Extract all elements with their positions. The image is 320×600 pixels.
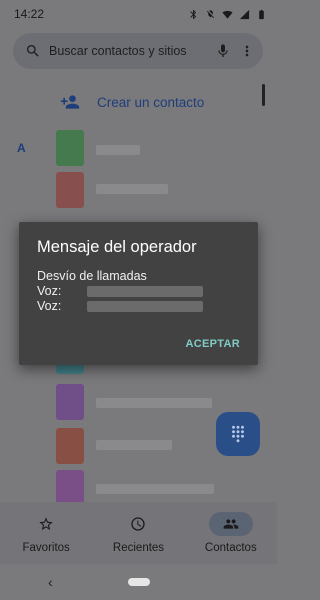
list-item[interactable]: [0, 172, 277, 212]
home-handle[interactable]: [127, 578, 150, 586]
status-time: 14:22: [14, 7, 45, 21]
bottom-navigation: Favoritos Recientes Contactos: [0, 502, 277, 564]
contact-name-redacted: [96, 440, 172, 450]
search-input[interactable]: Buscar contactos y sitios: [49, 44, 207, 58]
contact-name-redacted: [96, 398, 212, 408]
avatar: [56, 470, 84, 506]
contact-name-redacted: [96, 184, 168, 194]
search-icon: [25, 43, 41, 59]
dialpad-icon: [232, 425, 244, 443]
signal-icon: [239, 9, 250, 19]
people-icon: [208, 512, 253, 536]
list-item[interactable]: [0, 130, 277, 170]
nav-favorites[interactable]: Favoritos: [0, 502, 92, 564]
bluetooth-icon: [190, 9, 197, 19]
dialpad-button[interactable]: [216, 412, 260, 456]
contact-name-redacted: [96, 484, 214, 494]
avatar: [56, 130, 84, 166]
nav-contacts-label: Contactos: [204, 542, 257, 554]
microphone-icon[interactable]: [215, 43, 231, 59]
avatar: [56, 384, 84, 420]
clock-icon: [116, 512, 160, 536]
carrier-message-dialog: Mensaje del operador Desvío de llamadas …: [19, 222, 258, 365]
mute-icon: [206, 9, 215, 18]
system-navigation: ‹: [0, 564, 277, 600]
nav-contacts[interactable]: Contactos: [185, 502, 277, 564]
dialog-line: Voz:: [37, 284, 240, 299]
star-icon: [24, 512, 68, 536]
dialog-line: Desvío de llamadas: [37, 269, 240, 284]
dialog-line: Voz:: [37, 299, 240, 314]
dialog-line-text: Voz:: [37, 284, 62, 298]
accept-button[interactable]: ACEPTAR: [186, 338, 240, 350]
status-icons: [188, 9, 267, 20]
back-chevron-icon[interactable]: ‹: [48, 574, 53, 590]
create-contact-button[interactable]: Crear un contacto: [60, 92, 204, 112]
scrollbar[interactable]: [262, 84, 265, 106]
create-contact-label: Crear un contacto: [97, 94, 205, 110]
nav-recents-label: Recientes: [112, 542, 165, 554]
search-bar[interactable]: Buscar contactos y sitios: [13, 33, 263, 69]
nav-recents[interactable]: Recientes: [92, 502, 184, 564]
redacted-number: [87, 286, 204, 297]
dialog-line-text: Desvío de llamadas: [37, 269, 147, 283]
contact-name-redacted: [96, 145, 140, 155]
status-bar: 14:22: [0, 0, 277, 28]
wifi-icon: [222, 10, 233, 19]
dialog-line-text: Voz:: [37, 299, 62, 313]
add-person-icon: [60, 95, 80, 109]
battery-icon: [259, 9, 264, 19]
redacted-number: [87, 301, 204, 312]
more-options-icon[interactable]: [239, 43, 255, 59]
avatar: [56, 428, 84, 464]
nav-favorites-label: Favoritos: [22, 542, 70, 554]
avatar: [56, 172, 84, 208]
dialog-title: Mensaje del operador: [37, 238, 197, 256]
